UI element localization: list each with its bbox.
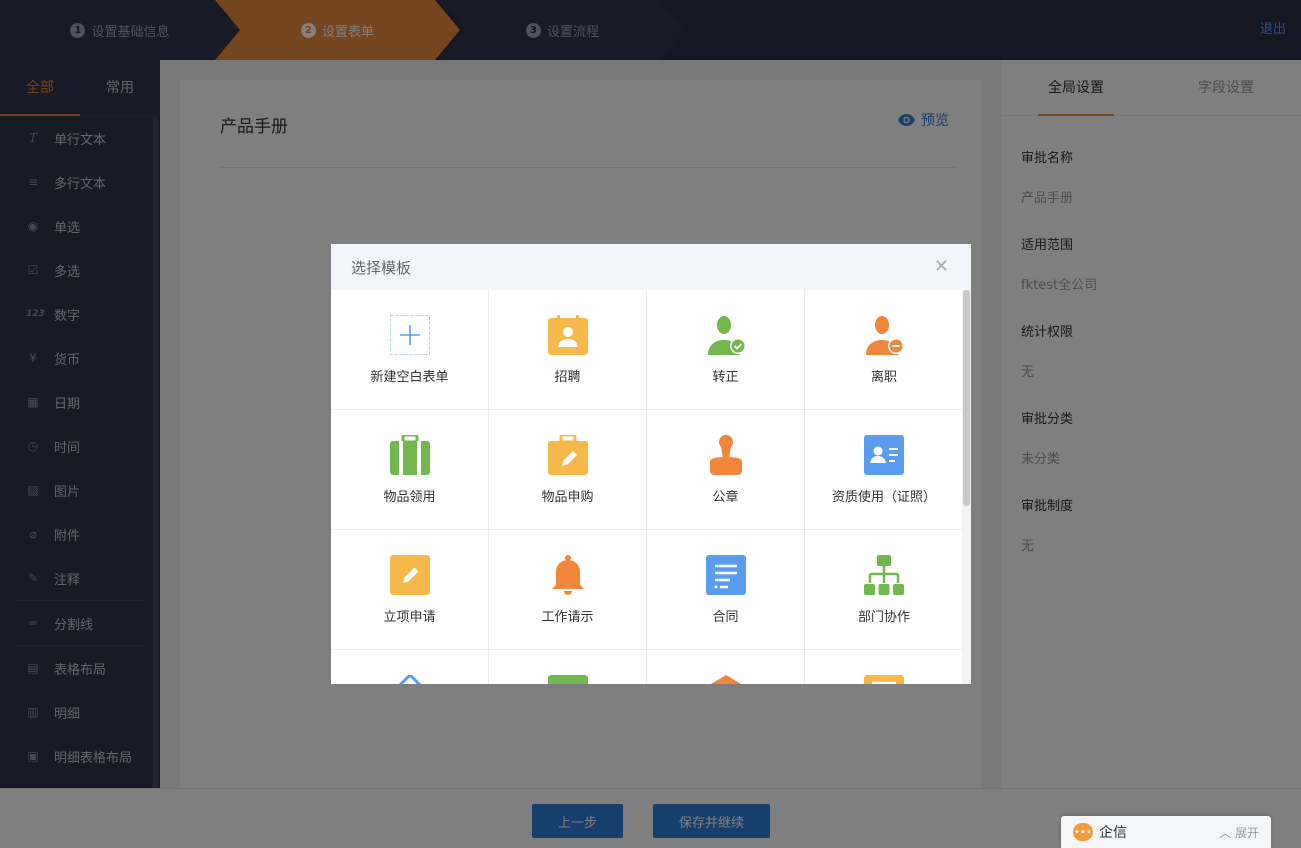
chat-title: 企信 (1099, 825, 1127, 841)
template-name: 物品申购 (541, 490, 594, 505)
template-name: 公章 (712, 490, 739, 505)
template-modal: 选择模板 ✕ 新建空白表单 招聘 转正 离职 物品领用 物品申购 公章 资质使用… (331, 244, 971, 684)
modal-scrollbar-track[interactable] (962, 290, 971, 684)
diamond-icon (390, 675, 430, 684)
template-name: 资质使用（证照） (831, 490, 936, 505)
user-minus-icon (864, 315, 904, 355)
template-project-application[interactable]: 立项申请 (331, 530, 489, 650)
chat-expand-label: 展开 (1234, 825, 1259, 840)
bag-icon (389, 435, 430, 475)
recruit-icon (547, 315, 588, 355)
purchase-icon (547, 435, 588, 475)
stamp-icon (706, 435, 746, 475)
template-partial[interactable] (805, 650, 963, 684)
id-card-icon (864, 435, 904, 475)
template-name: 部门协作 (857, 610, 910, 625)
modal-header: 选择模板 ✕ (331, 244, 971, 290)
template-regularization[interactable]: 转正 (647, 290, 805, 410)
envelope-icon (706, 675, 746, 684)
user-check-icon (706, 315, 746, 355)
template-item-requisition[interactable]: 物品领用 (331, 410, 489, 530)
green-tile-icon (547, 675, 588, 684)
org-icon (864, 555, 904, 595)
modal-title: 选择模板 (351, 258, 412, 277)
chevron-up-icon: ︿ (1219, 825, 1232, 840)
template-item-purchase[interactable]: 物品申购 (489, 410, 647, 530)
template-name: 立项申请 (383, 610, 436, 625)
modal-scrollbar-thumb[interactable] (963, 290, 970, 506)
template-blank-form[interactable]: 新建空白表单 (331, 290, 489, 410)
chat-expand-button[interactable]: ︿ 展开 (1219, 824, 1259, 841)
template-partial[interactable] (331, 650, 489, 684)
template-name: 合同 (712, 610, 739, 625)
template-partial[interactable] (647, 650, 805, 684)
template-name: 工作请示 (541, 610, 594, 625)
edit-icon (389, 555, 430, 595)
template-name: 转正 (712, 370, 739, 385)
chat-widget[interactable]: ••• 企信 ︿ 展开 (1061, 816, 1271, 848)
modal-body: 新建空白表单 招聘 转正 离职 物品领用 物品申购 公章 资质使用（证照） 立项… (331, 290, 971, 684)
template-resignation[interactable]: 离职 (805, 290, 963, 410)
template-qualification[interactable]: 资质使用（证照） (805, 410, 963, 530)
template-name: 离职 (870, 370, 897, 385)
template-dept-collaboration[interactable]: 部门协作 (805, 530, 963, 650)
template-recruit[interactable]: 招聘 (489, 290, 647, 410)
template-seal[interactable]: 公章 (647, 410, 805, 530)
template-grid: 新建空白表单 招聘 转正 离职 物品领用 物品申购 公章 资质使用（证照） 立项… (331, 290, 971, 684)
template-name: 招聘 (554, 370, 581, 385)
template-contract[interactable]: 合同 (647, 530, 805, 650)
template-name: 物品领用 (383, 490, 436, 505)
plus-icon (389, 315, 430, 355)
yellow-tile-icon (864, 675, 904, 684)
template-work-request[interactable]: 工作请示 (489, 530, 647, 650)
bell-icon (548, 555, 588, 595)
chat-bubble-icon: ••• (1073, 823, 1093, 841)
close-icon[interactable]: ✕ (934, 258, 949, 276)
template-name: 新建空白表单 (370, 370, 449, 385)
contract-icon (705, 555, 746, 595)
template-partial[interactable] (489, 650, 647, 684)
